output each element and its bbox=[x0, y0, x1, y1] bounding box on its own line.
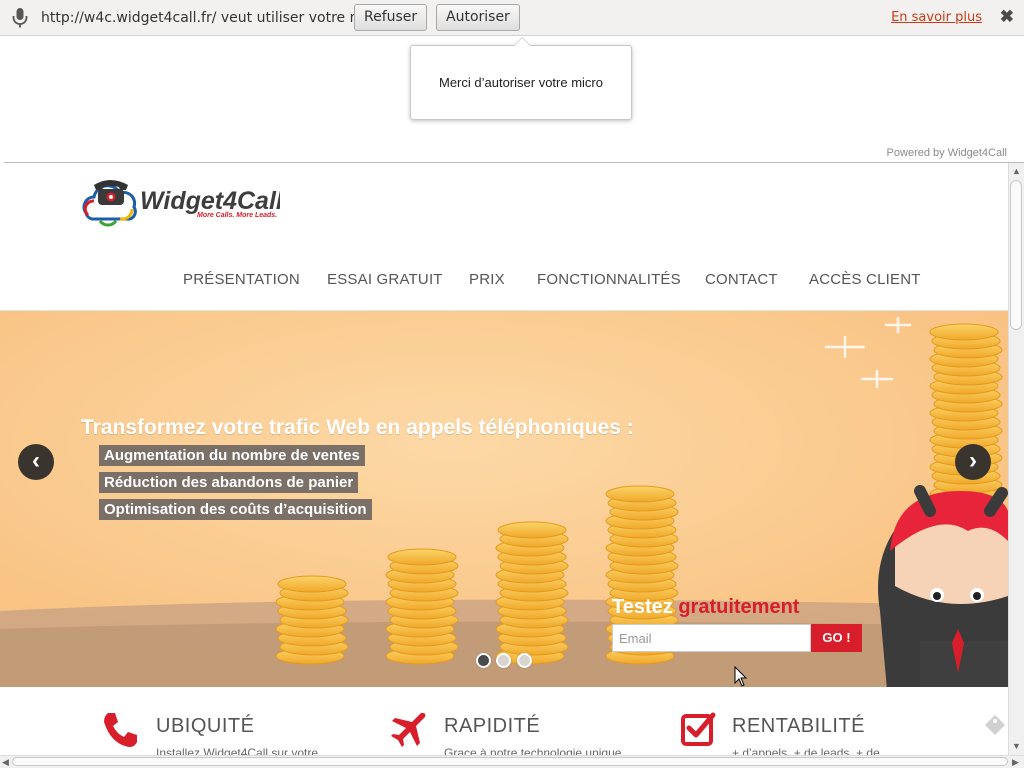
powered-by: Powered by Widget4Call bbox=[886, 147, 1007, 159]
cta-prefix: Testez bbox=[612, 596, 673, 618]
nav-essai-gratuit[interactable]: ESSAI GRATUIT bbox=[327, 271, 443, 288]
microphone-popup: Merci d’autoriser votre micro bbox=[410, 37, 632, 120]
widget4call-logo[interactable]: Widget4Call More Calls. More Leads. bbox=[80, 175, 280, 230]
slider-next-button[interactable]: › bbox=[955, 444, 991, 480]
hero-headline: Transformez votre trafic Web en appels t… bbox=[81, 416, 634, 439]
vertical-scroll-thumb[interactable] bbox=[1010, 180, 1022, 330]
permission-bar: http://w4c.widget4call.fr/ veut utiliser… bbox=[0, 0, 1024, 36]
chevron-right-icon: › bbox=[969, 447, 977, 474]
cta-heading: Testez gratuitement bbox=[612, 596, 799, 619]
feature-title-rentabilite: RENTABILITÉ bbox=[732, 715, 865, 737]
go-button[interactable]: GO ! bbox=[811, 624, 862, 652]
hero-bullet: Réduction des abandons de panier bbox=[99, 472, 359, 493]
cta-highlight: gratuitement bbox=[678, 596, 800, 618]
slider-prev-button[interactable]: ‹ bbox=[18, 444, 54, 480]
slide-dot-2[interactable] bbox=[496, 653, 511, 668]
logo-tagline: More Calls. More Leads. bbox=[197, 212, 277, 219]
nav-contact[interactable]: CONTACT bbox=[705, 271, 778, 288]
mouse-cursor-icon bbox=[734, 666, 748, 687]
tag-icon[interactable] bbox=[984, 714, 1006, 736]
slide-dot-3[interactable] bbox=[517, 653, 532, 668]
logo-name: Widget4Call bbox=[140, 187, 280, 215]
scroll-down-icon[interactable]: ▼ bbox=[1012, 741, 1021, 751]
nav-acces-client[interactable]: ACCÈS CLIENT bbox=[809, 271, 921, 288]
nav-fonctionnalites[interactable]: FONCTIONNALITÉS bbox=[537, 271, 681, 288]
scroll-up-icon[interactable]: ▲ bbox=[1012, 166, 1021, 176]
hero-bullet: Augmentation du nombre de ventes bbox=[99, 445, 365, 466]
chevron-left-icon: ‹ bbox=[32, 447, 40, 474]
email-input[interactable] bbox=[612, 624, 811, 652]
scroll-left-icon[interactable]: ◀ bbox=[2, 757, 9, 768]
checkbox-icon bbox=[681, 712, 716, 746]
slide-dot-1[interactable] bbox=[476, 653, 491, 668]
feature-title-ubiquite: UBIQUITÉ bbox=[156, 715, 255, 737]
nav-presentation[interactable]: PRÉSENTATION bbox=[183, 271, 300, 288]
learn-more-link[interactable]: En savoir plus bbox=[891, 10, 982, 25]
scroll-right-icon[interactable]: ▶ bbox=[1012, 757, 1019, 768]
microphone-icon bbox=[12, 8, 28, 28]
nav-prix[interactable]: PRIX bbox=[469, 271, 505, 288]
hero-bullet: Optimisation des coûts d’acquisition bbox=[99, 499, 372, 520]
frame-divider bbox=[4, 162, 1024, 163]
refuse-button[interactable]: Refuser bbox=[354, 4, 428, 31]
horizontal-scroll-thumb[interactable] bbox=[12, 757, 1008, 766]
permission-message: http://w4c.widget4call.fr/ veut utiliser… bbox=[41, 10, 394, 26]
feature-title-rapidite: RAPIDITÉ bbox=[444, 715, 541, 737]
phone-icon bbox=[104, 713, 137, 747]
airplane-icon bbox=[391, 713, 426, 747]
allow-button[interactable]: Autoriser bbox=[436, 4, 520, 31]
hero-slider: Transformez votre trafic Web en appels t… bbox=[0, 311, 1008, 687]
popup-message: Merci d’autoriser votre micro bbox=[439, 75, 603, 90]
close-icon[interactable]: ✖ bbox=[1000, 7, 1014, 27]
